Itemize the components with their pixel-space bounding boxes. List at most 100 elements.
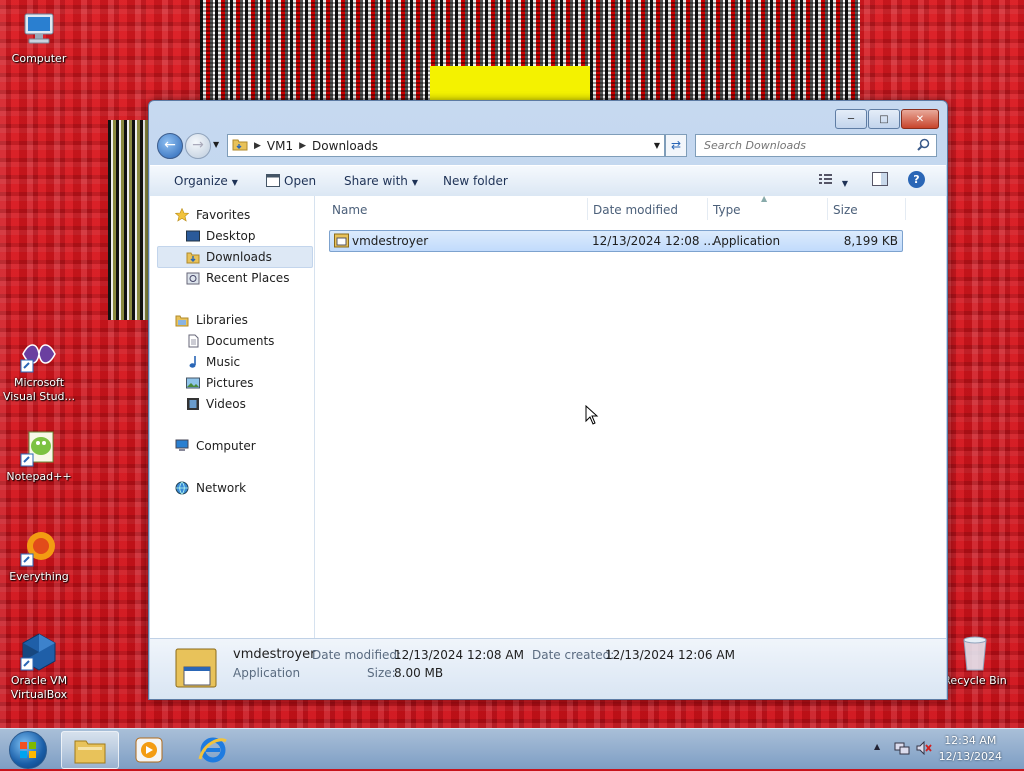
desktop-icon-label: Recycle Bin (943, 674, 1007, 687)
change-view-button[interactable]: ▼ (818, 172, 848, 189)
nav-label: Desktop (206, 229, 256, 243)
pictures-icon (186, 376, 200, 390)
minimize-button[interactable]: ─ (835, 109, 867, 129)
organize-button[interactable]: Organize ▼ (174, 174, 238, 188)
new-folder-button[interactable]: New folder (443, 174, 508, 188)
details-date-created: 12/13/2024 12:06 AM (605, 648, 735, 662)
windows-logo-icon (9, 731, 47, 769)
breadcrumb-arrow-icon[interactable]: ▶ (254, 141, 261, 151)
notepadpp-icon (19, 428, 59, 468)
taskbar-internet-explorer-button[interactable] (185, 731, 241, 767)
nav-label: Downloads (206, 250, 272, 264)
recent-pages-dropdown[interactable]: ▼ (213, 140, 219, 149)
media-player-icon (135, 737, 163, 766)
file-list: Name Date modified Type ▲ Size vmdestroy… (315, 194, 946, 638)
nav-item-videos[interactable]: Videos (150, 394, 306, 414)
refresh-button[interactable]: ⇄ (665, 134, 687, 157)
back-arrow-icon: ← (164, 137, 176, 153)
recent-places-icon (186, 271, 200, 285)
desktop-icon-label: Microsoft Visual Stud... (2, 376, 76, 403)
desktop-icon-everything[interactable]: Everything (2, 528, 76, 584)
music-note-icon (186, 355, 200, 369)
view-list-icon (818, 174, 838, 189)
star-icon (174, 207, 190, 222)
close-icon: ✕ (915, 113, 925, 125)
forward-button[interactable]: → (185, 133, 211, 159)
desktop-icon-notepadpp[interactable]: Notepad++ (2, 428, 76, 484)
preview-pane-button[interactable] (872, 172, 888, 189)
clock[interactable]: 12:34 AM 12/13/2024 (939, 733, 1002, 765)
breadcrumb-arrow-icon[interactable]: ▶ (299, 141, 306, 151)
column-divider[interactable] (827, 198, 828, 220)
nav-item-computer[interactable]: Computer (150, 436, 306, 456)
nav-label: Favorites (196, 208, 251, 222)
nav-item-libraries[interactable]: Libraries (150, 310, 306, 330)
share-with-button[interactable]: Share with ▼ (344, 174, 418, 188)
libraries-icon (175, 313, 189, 327)
open-label: Open (284, 174, 317, 188)
start-button[interactable] (3, 729, 51, 769)
column-header-type[interactable]: Type (713, 203, 741, 217)
details-size-label: Size: (367, 666, 396, 680)
nav-item-pictures[interactable]: Pictures (150, 373, 306, 393)
column-divider[interactable] (587, 198, 588, 220)
nav-item-documents[interactable]: Documents (150, 331, 306, 351)
dropdown-arrow-icon: ▼ (411, 178, 419, 187)
nav-item-network[interactable]: Network (150, 478, 306, 498)
search-input[interactable] (702, 135, 906, 156)
column-header-size[interactable]: Size (833, 203, 858, 217)
breadcrumb-downloads[interactable]: Downloads (312, 139, 378, 153)
explorer-window[interactable]: ─ □ ✕ ← → ▼ ▶ VM1 ▶ Downloads ▼ ⇄ Organi… (148, 100, 948, 700)
glitch-artifact (108, 120, 150, 320)
search-box (695, 134, 937, 157)
nav-item-desktop[interactable]: Desktop (150, 226, 306, 246)
visual-studio-icon (19, 334, 59, 374)
address-bar[interactable]: ▶ VM1 ▶ Downloads ▼ (227, 134, 665, 157)
file-date-modified: 12/13/2024 12:08 ... (592, 234, 715, 248)
nav-item-music[interactable]: Music (150, 352, 306, 372)
nav-item-recent-places[interactable]: Recent Places (150, 268, 306, 288)
address-dropdown-icon[interactable]: ▼ (654, 141, 660, 150)
column-divider[interactable] (905, 198, 906, 220)
breadcrumb-vm1[interactable]: VM1 (267, 139, 293, 153)
nav-item-favorites[interactable]: Favorites (150, 205, 306, 225)
organize-label: Organize (174, 174, 228, 188)
volume-muted-icon[interactable] (916, 740, 932, 758)
search-icon[interactable] (917, 138, 930, 154)
details-size: 8.00 MB (394, 666, 444, 680)
dropdown-arrow-icon: ▼ (231, 178, 238, 187)
column-header-date-modified[interactable]: Date modified (593, 203, 678, 217)
application-icon (334, 233, 349, 251)
computer-icon (175, 439, 189, 453)
application-icon (174, 643, 218, 692)
taskbar-explorer-button[interactable] (61, 731, 119, 769)
nav-item-downloads[interactable]: Downloads (157, 246, 313, 268)
nav-label: Recent Places (206, 271, 290, 285)
network-status-icon[interactable] (894, 741, 910, 758)
help-button[interactable]: ? (908, 171, 925, 188)
help-icon: ? (908, 171, 925, 188)
clock-date: 12/13/2024 (938, 750, 1002, 763)
window-controls: ─ □ ✕ (834, 109, 939, 129)
back-button[interactable]: ← (157, 133, 183, 159)
folder-icon (74, 736, 106, 767)
videos-icon (186, 397, 200, 411)
details-date-modified: 12/13/2024 12:08 AM (394, 648, 524, 662)
mouse-cursor-icon (585, 404, 599, 428)
column-divider[interactable] (707, 198, 708, 220)
glitch-artifact (430, 66, 590, 100)
file-row[interactable]: vmdestroyer 12/13/2024 12:08 ... Applica… (329, 230, 903, 252)
maximize-button[interactable]: □ (868, 109, 900, 129)
desktop-icon-computer[interactable]: Computer (2, 10, 76, 66)
desktop-icon-recycle-bin[interactable]: Recycle Bin (938, 632, 1012, 688)
nav-label: Videos (206, 397, 246, 411)
open-button[interactable]: Open (266, 174, 316, 190)
desktop-icon-visual-studio[interactable]: Microsoft Visual Stud... (2, 334, 76, 404)
computer-icon (19, 10, 59, 50)
file-size: 8,199 KB (843, 234, 898, 248)
show-hidden-icons-button[interactable]: ▲ (874, 742, 880, 751)
close-button[interactable]: ✕ (901, 109, 939, 129)
taskbar-media-player-button[interactable] (121, 731, 177, 767)
desktop-icon-virtualbox[interactable]: Oracle VM VirtualBox (2, 632, 76, 702)
column-header-name[interactable]: Name (332, 203, 367, 217)
